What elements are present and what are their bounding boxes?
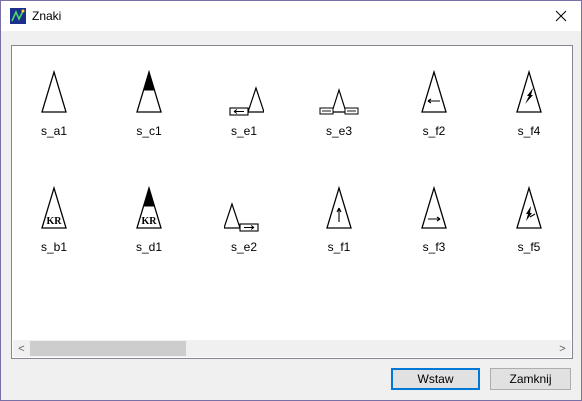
scroll-thumb[interactable] bbox=[30, 341, 186, 356]
s_d1-icon: KR bbox=[129, 184, 169, 234]
item-label: s_f4 bbox=[517, 124, 541, 138]
s_b1-icon: KR bbox=[34, 184, 74, 234]
close-button[interactable]: Zamknij bbox=[490, 368, 571, 390]
list-item[interactable]: s_a1 bbox=[14, 68, 94, 168]
list-item[interactable]: s_f1 bbox=[299, 184, 379, 284]
s_f2-icon bbox=[414, 68, 454, 118]
list-item[interactable]: s_f5 bbox=[489, 184, 569, 284]
signs-list[interactable]: s_a1 s_c1 s_e1 s_e3 s_f2 s_f4 KR s_b1 KR… bbox=[11, 45, 573, 359]
scroll-left-button[interactable]: < bbox=[13, 340, 30, 357]
list-item[interactable]: s_e3 bbox=[299, 68, 379, 168]
s_f3-icon bbox=[414, 184, 454, 234]
scroll-right-button[interactable]: > bbox=[554, 340, 571, 357]
item-label: s_e1 bbox=[230, 124, 258, 138]
window-title: Znaki bbox=[32, 9, 62, 23]
title-bar: Znaki bbox=[1, 1, 581, 31]
item-label: s_f1 bbox=[327, 240, 351, 254]
list-item[interactable]: KR s_b1 bbox=[14, 184, 94, 284]
list-item[interactable]: s_f4 bbox=[489, 68, 569, 168]
s_a1-icon bbox=[34, 68, 74, 118]
close-icon bbox=[555, 10, 567, 22]
list-item[interactable]: s_f3 bbox=[394, 184, 474, 284]
close-window-button[interactable] bbox=[541, 1, 581, 31]
s_f4-icon bbox=[509, 68, 549, 118]
list-item[interactable]: s_e1 bbox=[204, 68, 284, 168]
list-item[interactable]: s_c1 bbox=[109, 68, 189, 168]
list-item[interactable]: s_f2 bbox=[394, 68, 474, 168]
s_c1-icon bbox=[129, 68, 169, 118]
item-label: s_a1 bbox=[40, 124, 68, 138]
list-item[interactable]: s_e2 bbox=[204, 184, 284, 284]
s_e1-icon bbox=[224, 68, 264, 118]
list-item[interactable]: KR s_d1 bbox=[109, 184, 189, 284]
chevron-right-icon: > bbox=[559, 342, 566, 355]
item-mark: KR bbox=[47, 216, 63, 227]
chevron-left-icon: < bbox=[18, 342, 25, 355]
item-label: s_f2 bbox=[422, 124, 446, 138]
horizontal-scrollbar[interactable]: < > bbox=[13, 340, 571, 357]
item-label: s_b1 bbox=[40, 240, 68, 254]
s_f5-icon bbox=[509, 184, 549, 234]
app-icon bbox=[10, 8, 26, 24]
item-label: s_f5 bbox=[517, 240, 541, 254]
dialog-window: Znaki s_a1 s_c1 s_e1 s_e3 s_f2 s_f4 KR s… bbox=[0, 0, 582, 401]
item-label: s_c1 bbox=[136, 124, 162, 138]
s_e3-icon bbox=[319, 68, 359, 118]
s_e2-icon bbox=[224, 184, 264, 234]
item-label: s_f3 bbox=[422, 240, 446, 254]
item-label: s_e2 bbox=[230, 240, 258, 254]
insert-button[interactable]: Wstaw bbox=[391, 368, 480, 390]
s_f1-icon bbox=[319, 184, 359, 234]
item-mark: KR bbox=[142, 216, 158, 227]
item-label: s_d1 bbox=[135, 240, 163, 254]
item-label: s_e3 bbox=[325, 124, 353, 138]
